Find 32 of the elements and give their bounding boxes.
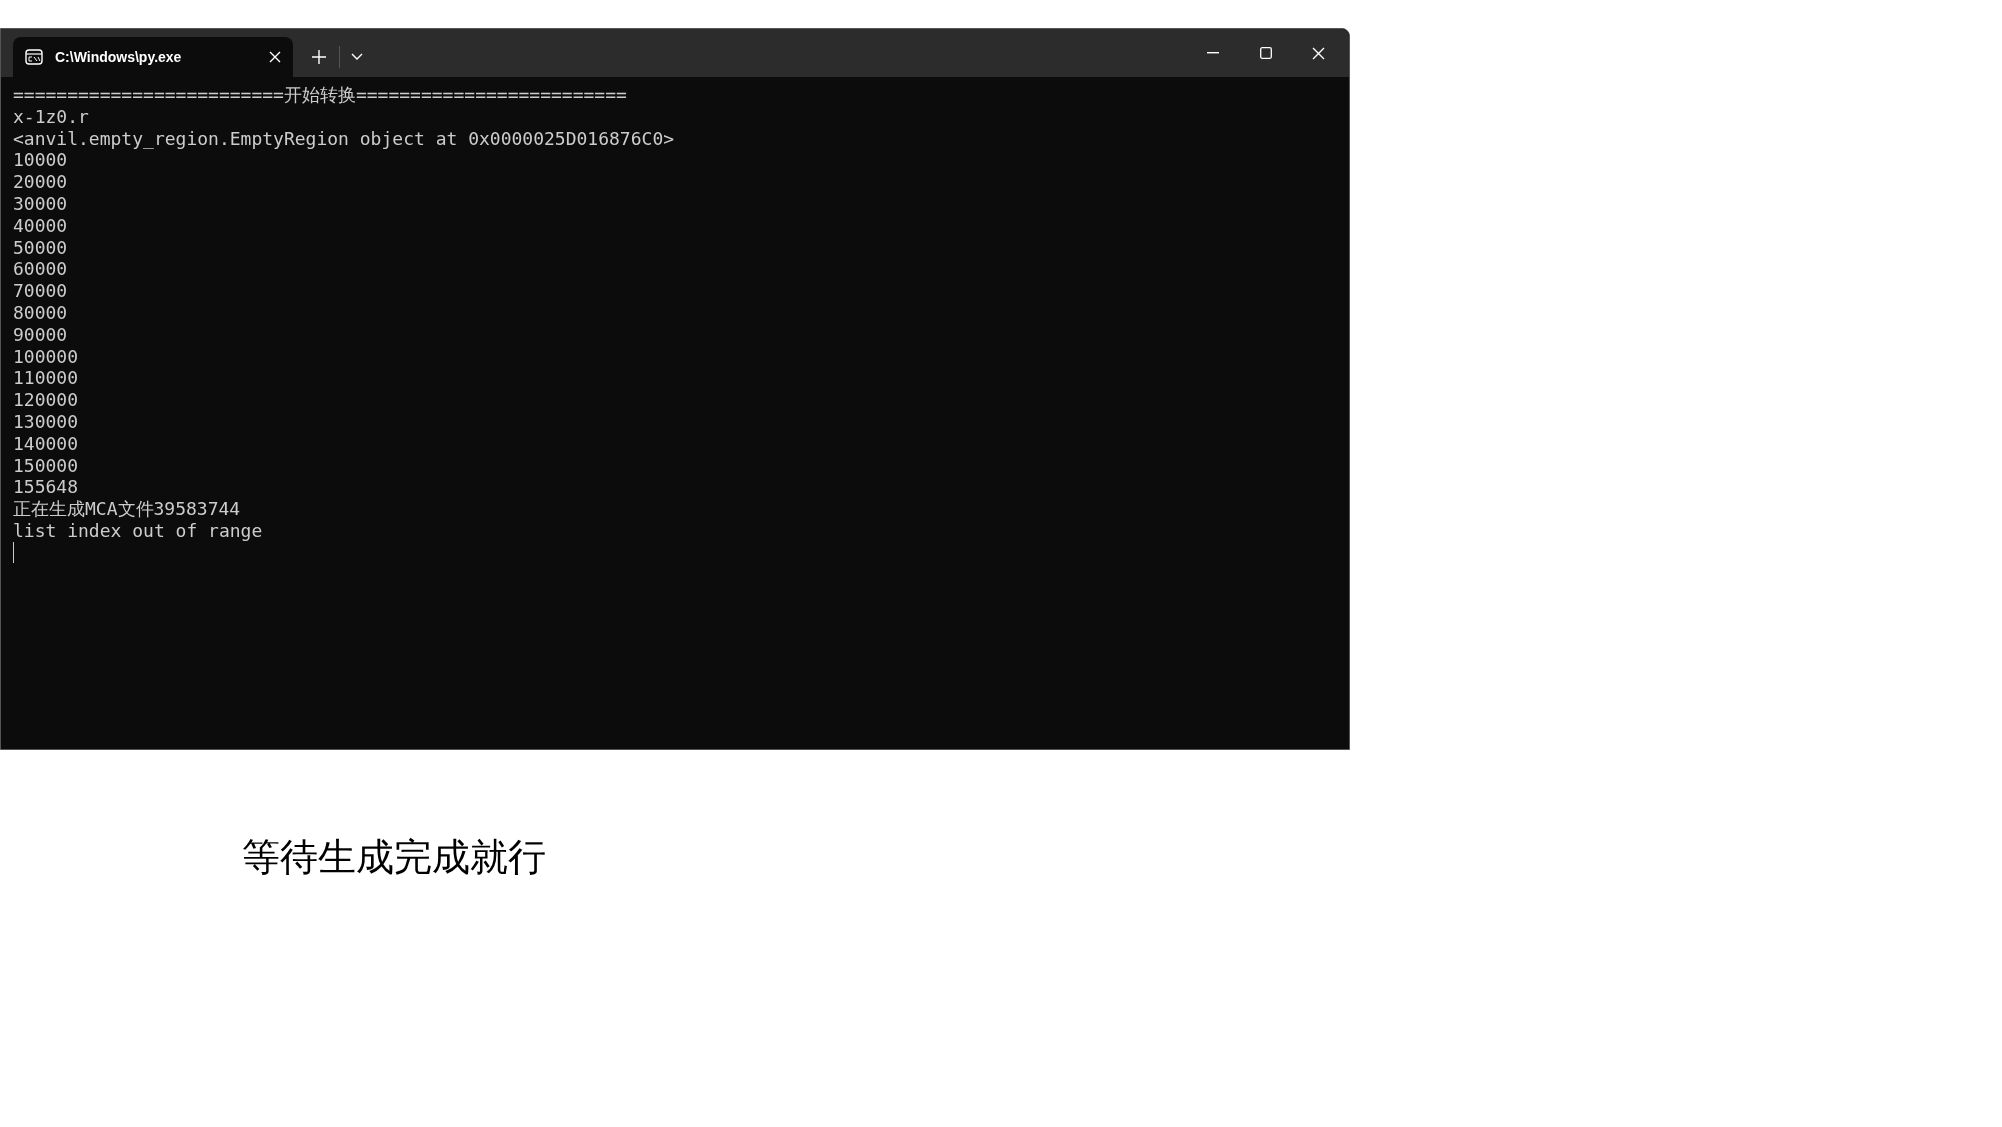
console-line: 70000 <box>13 280 68 302</box>
console-line: 90000 <box>13 323 68 346</box>
caption: 等待生成完成就行 <box>242 834 546 881</box>
close-tab-button[interactable] <box>269 51 281 63</box>
console-icon <box>25 49 43 65</box>
console-line: 20000 <box>13 171 68 193</box>
close-icon <box>1312 46 1325 60</box>
console-line: 50000 <box>13 236 68 259</box>
console-line: 155648 <box>13 476 79 499</box>
console-line: x-1z0.r <box>13 105 89 128</box>
console-line: 10000 <box>13 149 68 172</box>
console-line: 40000 <box>13 214 68 237</box>
console-line: 60000 <box>13 258 68 281</box>
console-line: 正在生成MCA文件39583744 <box>13 498 241 520</box>
plus-icon <box>312 50 326 64</box>
console-line: 30000 <box>13 193 68 215</box>
console-line: 120000 <box>13 389 79 411</box>
console-line: =========================开始转换========================= <box>13 84 627 106</box>
console-line: list index out of range <box>13 519 263 542</box>
console-line: 80000 <box>13 301 68 324</box>
maximize-icon <box>1259 47 1272 59</box>
console-line: 100000 <box>13 345 79 368</box>
minimize-icon <box>1206 52 1219 54</box>
console-line: <anvil.empty_region.EmptyRegion object at 0x0000025D016876C0> <box>13 127 675 150</box>
console-line: 130000 <box>13 410 79 433</box>
tab[interactable]: C:\Windows\py.exe <box>13 37 293 77</box>
chevron-down-icon <box>351 53 363 61</box>
console-line: 140000 <box>13 432 79 455</box>
console-line: 150000 <box>13 454 79 477</box>
tab-title: C:\Windows\py.exe <box>55 49 183 65</box>
close-icon <box>269 51 281 63</box>
console-line: 110000 <box>13 367 79 390</box>
